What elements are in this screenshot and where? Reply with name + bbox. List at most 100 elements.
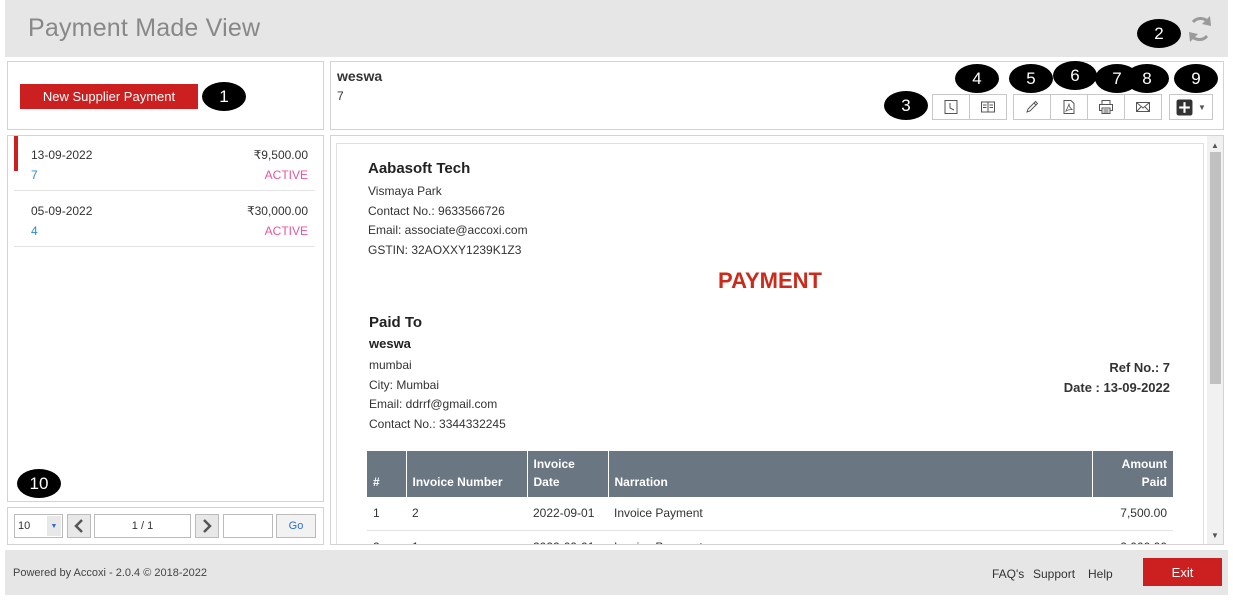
row-amount: 2,000.00	[1092, 530, 1173, 544]
list-item[interactable]: 13-09-2022 ₹9,500.00 7 ACTIVE	[14, 136, 315, 191]
journal-button[interactable]	[969, 94, 1007, 120]
company-gstin: GSTIN: 32AOXXY1239K1Z3	[368, 243, 522, 257]
col-narration: Narration	[608, 451, 1093, 497]
print-icon	[1099, 100, 1113, 114]
row-invoice-number: 2	[406, 497, 527, 531]
col-amount-paid: Amount Paid	[1092, 451, 1173, 497]
list-item-number[interactable]: 7	[31, 168, 38, 182]
ref-number: Ref No.: 7	[1109, 360, 1170, 375]
go-button[interactable]: Go	[276, 514, 316, 538]
scroll-up-arrow-icon[interactable]: ▲	[1207, 138, 1223, 152]
col-invoice-date: Invoice Date	[527, 451, 609, 497]
callout-badge: 1	[202, 82, 246, 111]
list-item-amount: ₹9,500.00	[253, 148, 308, 162]
support-link[interactable]: Support	[1033, 567, 1075, 581]
goto-page-input[interactable]	[223, 514, 273, 538]
chevron-right-icon	[203, 519, 212, 533]
company-contact: Contact No.: 9633566726	[368, 204, 505, 218]
callout-badge: 5	[1009, 64, 1053, 93]
help-link[interactable]: Help	[1088, 567, 1113, 581]
list-item-amount: ₹30,000.00	[246, 204, 308, 218]
col-amount-paid-label: Amount Paid	[1121, 457, 1167, 489]
list-item-status: ACTIVE	[264, 224, 308, 238]
page-size-select[interactable]: 10 ▼	[14, 514, 63, 538]
clock-icon	[944, 100, 958, 114]
page-header: Payment Made View	[5, 0, 1228, 57]
pdf-button[interactable]	[1050, 94, 1088, 120]
table-header-row: # Invoice Number Invoice Date Narration …	[367, 451, 1173, 497]
callout-badge: 9	[1174, 64, 1218, 93]
new-supplier-payment-button[interactable]: New Supplier Payment	[20, 84, 198, 109]
payee-address: mumbai	[369, 358, 412, 372]
callout-badge: 4	[955, 64, 999, 93]
print-button[interactable]	[1087, 94, 1125, 120]
book-icon	[981, 101, 995, 113]
refresh-icon[interactable]	[1185, 13, 1215, 45]
row-narration: Invoice Payment	[608, 497, 1092, 531]
document-date: Date : 13-09-2022	[1063, 380, 1170, 395]
company-email: Email: associate@accoxi.com	[368, 223, 528, 237]
row-invoice-date: 2022-09-01	[527, 497, 608, 531]
plus-icon	[1176, 99, 1193, 115]
history-button[interactable]	[932, 94, 970, 120]
col-invoice-date-label: Invoice Date	[533, 457, 575, 489]
previous-page-button[interactable]	[67, 514, 91, 538]
next-page-button[interactable]	[195, 514, 219, 538]
list-item-date: 13-09-2022	[31, 148, 93, 162]
document-viewer[interactable]: Aabasoft Tech Vismaya Park Contact No.: …	[330, 135, 1224, 545]
page-indicator[interactable]: 1 / 1	[94, 514, 191, 538]
col-index: #	[367, 451, 407, 497]
scroll-down-arrow-icon[interactable]: ▼	[1207, 528, 1223, 542]
new-payment-panel: New Supplier Payment	[7, 61, 324, 130]
list-item-number[interactable]: 4	[31, 224, 38, 238]
page-size-value: 10	[18, 520, 31, 532]
chevron-left-icon	[74, 519, 83, 533]
col-invoice-number: Invoice Number	[406, 451, 528, 497]
callout-badge: 3	[884, 91, 928, 120]
mail-icon	[1136, 102, 1150, 112]
row-invoice-date: 2022-09-01	[527, 530, 608, 544]
pencil-icon	[1026, 100, 1039, 113]
callout-badge: 10	[17, 469, 61, 498]
row-amount: 7,500.00	[1092, 497, 1173, 531]
callout-badge: 6	[1053, 61, 1097, 90]
document-scrollbar[interactable]: ▲ ▼	[1207, 136, 1223, 544]
paid-to-heading: Paid To	[369, 314, 423, 331]
page-footer: Powered by Accoxi - 2.0.4 © 2018-2022 FA…	[5, 550, 1228, 595]
row-invoice-number: 1	[406, 530, 527, 544]
row-index: 2	[367, 530, 406, 544]
callout-badge: 8	[1125, 64, 1169, 93]
pagination: 10 ▼ 1 / 1 Go	[7, 507, 324, 545]
powered-by-text: Powered by Accoxi - 2.0.4 © 2018-2022	[13, 567, 207, 579]
caret-down-icon: ▼	[47, 516, 61, 536]
payment-number: 7	[337, 89, 344, 103]
edit-button[interactable]	[1013, 94, 1051, 120]
table-row: 2 1 2022-09-01 Invoice Payment 2,000.00	[367, 530, 1173, 544]
row-narration: Invoice Payment	[608, 530, 1092, 544]
faqs-link[interactable]: FAQ's	[992, 567, 1024, 581]
payment-list: 13-09-2022 ₹9,500.00 7 ACTIVE 05-09-2022…	[7, 135, 324, 502]
payment-document: Aabasoft Tech Vismaya Park Contact No.: …	[336, 143, 1204, 544]
exit-button[interactable]: Exit	[1143, 558, 1222, 586]
page-title: Payment Made View	[28, 14, 261, 42]
list-item[interactable]: 05-09-2022 ₹30,000.00 4 ACTIVE	[14, 192, 315, 247]
caret-down-icon: ▼	[1198, 102, 1206, 112]
invoice-table: # Invoice Number Invoice Date Narration …	[367, 451, 1173, 544]
company-name: Aabasoft Tech	[368, 160, 471, 177]
list-item-status: ACTIVE	[264, 168, 308, 182]
more-actions-dropdown[interactable]: ▼	[1169, 94, 1213, 120]
pdf-icon	[1063, 100, 1075, 114]
callout-badge: 2	[1137, 19, 1181, 48]
payee-email: Email: ddrrf@gmail.com	[369, 397, 498, 411]
email-button[interactable]	[1124, 94, 1162, 120]
list-item-date: 05-09-2022	[31, 204, 93, 218]
payee-contact: Contact No.: 3344332245	[369, 417, 506, 431]
row-index: 1	[367, 497, 406, 531]
payee-city: City: Mumbai	[369, 378, 440, 392]
scroll-thumb[interactable]	[1210, 152, 1221, 384]
vendor-name: weswa	[337, 68, 383, 84]
payee-name: weswa	[369, 336, 411, 351]
company-address: Vismaya Park	[368, 184, 442, 198]
document-title: PAYMENT	[718, 268, 822, 293]
table-row: 1 2 2022-09-01 Invoice Payment 7,500.00	[367, 497, 1173, 531]
